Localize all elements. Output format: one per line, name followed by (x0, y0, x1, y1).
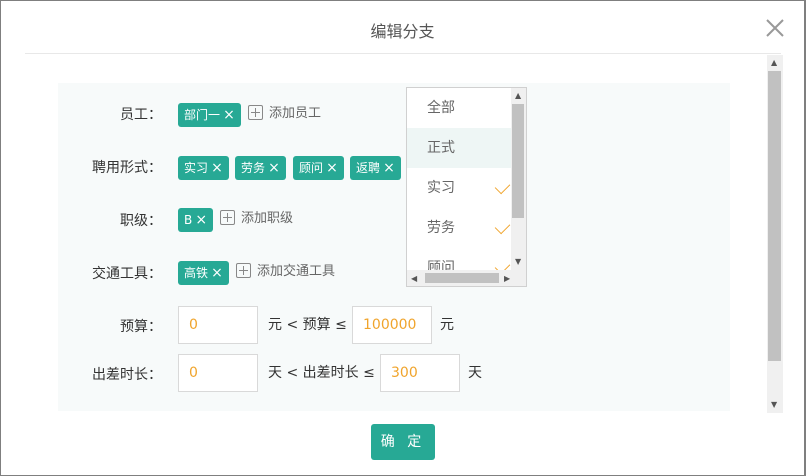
confirm-button[interactable]: 确 定 (371, 424, 435, 460)
dropdown-vertical-scroll-thumb[interactable] (512, 104, 524, 218)
duration-min-input[interactable]: 0 (178, 354, 258, 392)
option-label: 全部 (427, 100, 455, 116)
employment-dropdown: 全部 正式 实习 劳务 顾问 ▲ ▼ ◀ ▶ (406, 87, 527, 287)
scroll-left-icon[interactable]: ◀ (411, 275, 417, 283)
transport-tag: 高铁 × (178, 261, 229, 285)
dropdown-option[interactable]: 正式 (407, 128, 511, 168)
tag-text: 实习 (184, 161, 209, 175)
option-label: 劳务 (427, 220, 455, 236)
plus-square-icon (236, 262, 251, 278)
budget-label: 预算： (120, 319, 162, 335)
tag-text: 劳务 (241, 161, 266, 175)
panel-scroll-thumb[interactable] (768, 71, 781, 361)
duration-max-input[interactable]: 300 (380, 354, 460, 392)
scroll-right-icon[interactable]: ▶ (504, 275, 510, 283)
level-tag: B × (178, 208, 213, 232)
employment-tag: 实习 × (178, 156, 229, 180)
tag-text: 高铁 (184, 266, 209, 280)
scroll-up-icon[interactable]: ▲ (771, 59, 777, 67)
remove-tag-icon[interactable]: × (194, 208, 208, 232)
employee-tag: 部门一 × (178, 103, 241, 127)
budget-range-text: 元 < 预算 ≤ (268, 317, 347, 333)
tag-text: B (184, 213, 193, 227)
tag-text: 返聘 (356, 161, 381, 175)
remove-tag-icon[interactable]: × (325, 156, 339, 180)
add-employee-label: 添加员工 (269, 106, 322, 121)
remove-tag-icon[interactable]: × (210, 156, 224, 180)
scroll-down-icon[interactable]: ▼ (771, 401, 777, 409)
duration-label: 出差时长： (92, 367, 162, 383)
tag-text: 部门一 (184, 108, 221, 122)
budget-max-input[interactable]: 100000 (352, 306, 432, 344)
remove-tag-icon[interactable]: × (222, 103, 236, 127)
dropdown-option[interactable]: 劳务 (407, 208, 511, 248)
dialog-header: 编辑分支 (1, 1, 804, 54)
dropdown-option[interactable]: 实习 (407, 168, 511, 208)
add-level-button[interactable]: 添加职级 (220, 207, 293, 231)
add-transport-button[interactable]: 添加交通工具 (236, 260, 335, 284)
employment-tag: 返聘 × (350, 156, 401, 180)
add-employee-button[interactable]: 添加员工 (248, 102, 321, 126)
close-icon[interactable] (763, 16, 787, 40)
remove-tag-icon[interactable]: × (382, 156, 396, 180)
budget-unit: 元 (440, 317, 454, 333)
employment-label: 聘用形式： (92, 160, 162, 176)
scroll-down-icon[interactable]: ▼ (515, 258, 521, 266)
scroll-up-icon[interactable]: ▲ (515, 92, 521, 100)
level-label: 职级： (120, 213, 162, 229)
transport-label: 交通工具： (92, 266, 162, 282)
add-transport-label: 添加交通工具 (257, 264, 336, 279)
employment-tag: 劳务 × (235, 156, 286, 180)
employment-tag: 顾问 × (293, 156, 344, 180)
option-label: 正式 (427, 140, 455, 156)
dialog-title: 编辑分支 (370, 22, 435, 41)
budget-min-input[interactable]: 0 (178, 306, 258, 344)
check-icon (494, 178, 511, 195)
duration-range-text: 天 < 出差时长 ≤ (268, 365, 375, 381)
plus-square-icon (220, 209, 235, 225)
check-icon (494, 218, 511, 235)
remove-tag-icon[interactable]: × (267, 156, 281, 180)
duration-unit: 天 (468, 365, 482, 381)
employee-label: 员工： (120, 107, 162, 123)
plus-square-icon (248, 104, 263, 120)
header-divider (25, 53, 781, 54)
option-label: 实习 (427, 180, 455, 196)
remove-tag-icon[interactable]: × (210, 261, 224, 285)
dropdown-horizontal-scroll-thumb[interactable] (425, 273, 499, 283)
dropdown-option[interactable]: 全部 (407, 88, 511, 128)
add-level-label: 添加职级 (241, 211, 294, 226)
tag-text: 顾问 (299, 161, 324, 175)
